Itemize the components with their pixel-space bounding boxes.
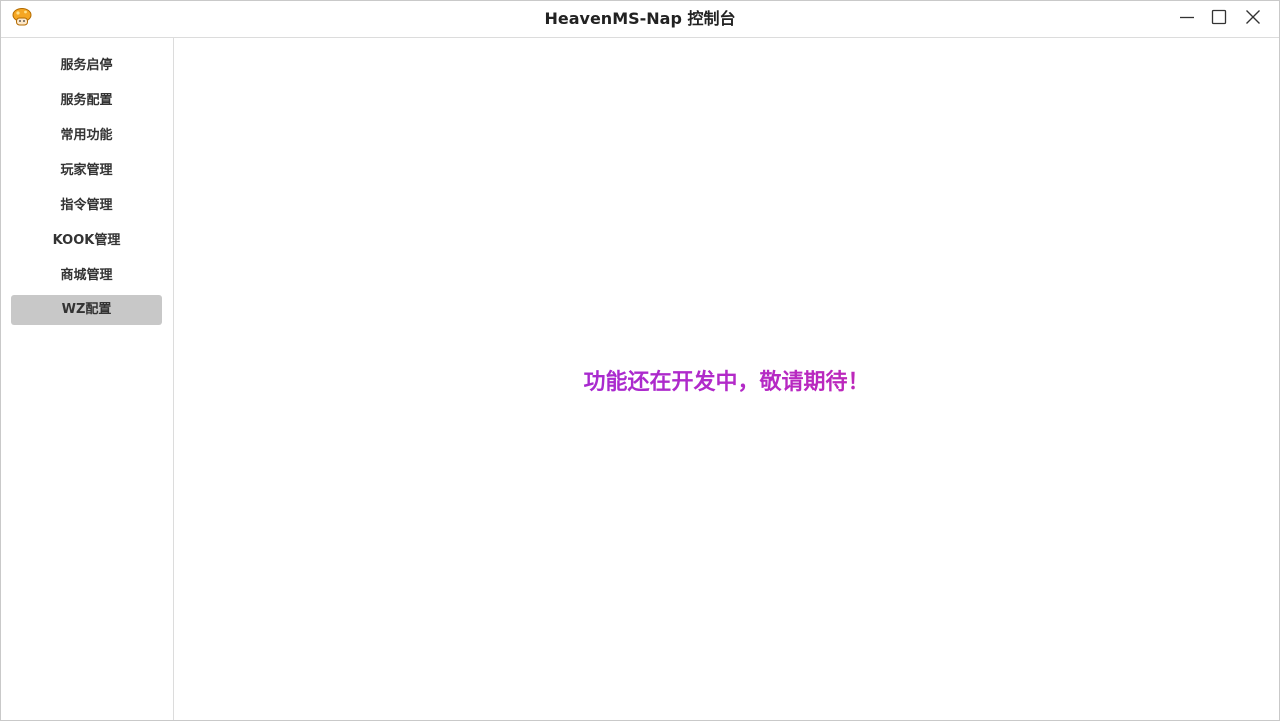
sidebar-item-player-management[interactable]: 玩家管理 — [11, 156, 162, 186]
sidebar-item-shop-management[interactable]: 商城管理 — [11, 261, 162, 291]
maximize-button[interactable] — [1202, 1, 1236, 37]
sidebar-item-service-config[interactable]: 服务配置 — [11, 86, 162, 116]
maximize-icon — [1211, 9, 1227, 29]
sidebar-item-kook-management[interactable]: KOOK管理 — [11, 226, 162, 256]
app-window: HeavenMS-Nap 控制台 服务启停 服务配置 常用功能 玩家管理 指令管… — [0, 0, 1280, 721]
sidebar-item-command-management[interactable]: 指令管理 — [11, 191, 162, 221]
window-title: HeavenMS-Nap 控制台 — [544, 9, 736, 28]
main-content: 功能还在开发中，敬请期待！ — [174, 38, 1279, 720]
close-icon — [1245, 9, 1261, 29]
sidebar-item-wz-config[interactable]: WZ配置 — [11, 295, 162, 325]
minimize-button[interactable] — [1170, 1, 1204, 37]
minimize-icon — [1179, 9, 1195, 29]
coming-soon-message: 功能还在开发中，敬请期待！ — [174, 364, 1279, 396]
sidebar-nav: 服务启停 服务配置 常用功能 玩家管理 指令管理 KOOK管理 商城管理 WZ配… — [1, 38, 174, 720]
sidebar-item-service-control[interactable]: 服务启停 — [11, 51, 162, 81]
sidebar-item-common-functions[interactable]: 常用功能 — [11, 121, 162, 151]
title-bar[interactable]: HeavenMS-Nap 控制台 — [1, 1, 1279, 38]
close-button[interactable] — [1236, 1, 1270, 37]
